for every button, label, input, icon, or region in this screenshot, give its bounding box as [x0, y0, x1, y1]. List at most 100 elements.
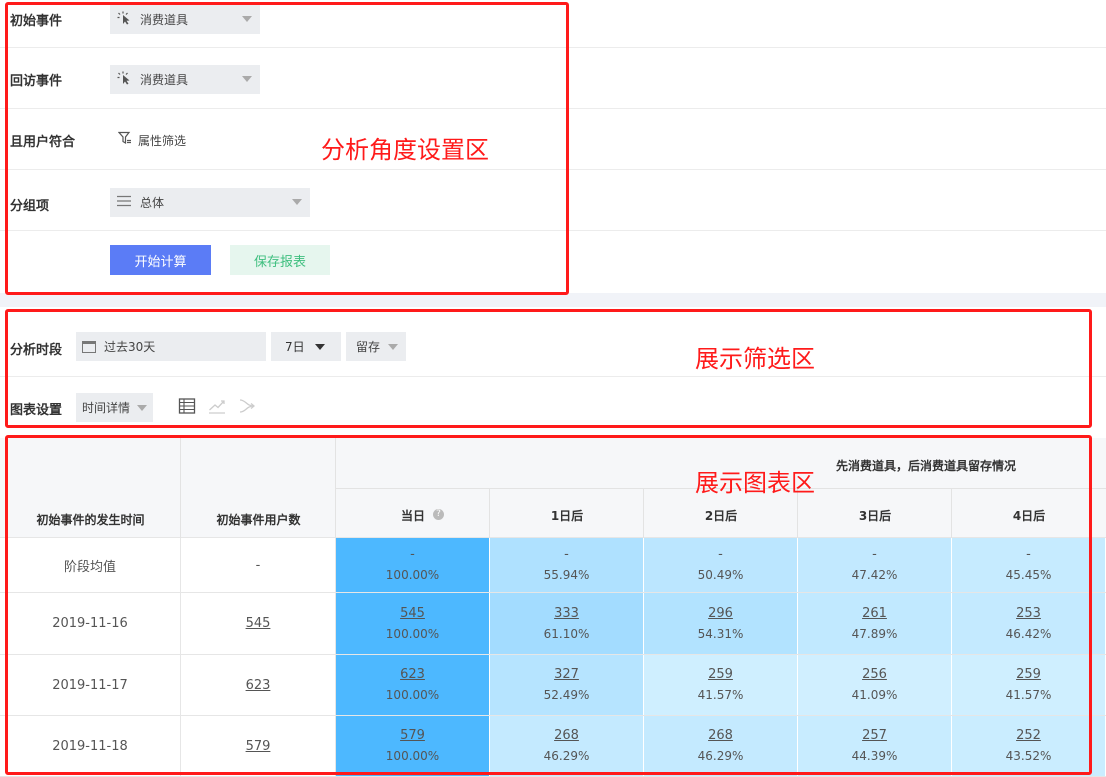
row-date: 2019-11-18 [52, 738, 128, 754]
retention-unit-select[interactable]: 7日 [271, 332, 341, 361]
row-date: 2019-11-16 [52, 616, 128, 631]
retention-cell: 327 52.49% [490, 655, 644, 715]
retention-count[interactable]: 545 [400, 604, 425, 624]
chevron-down-icon [242, 76, 252, 82]
start-calculation-button[interactable]: 开始计算 [110, 245, 211, 275]
retention-percent: 46.29% [543, 749, 590, 763]
retention-type-select[interactable]: 留存 [346, 332, 406, 361]
retention-type-value: 留存 [356, 340, 381, 354]
chevron-down-icon [315, 344, 325, 350]
return-event-select[interactable]: 消费道具 [110, 65, 260, 94]
config-zone-label: 分析角度设置区 [321, 136, 489, 164]
click-event-icon [116, 11, 132, 28]
retention-count[interactable]: 296 [708, 604, 733, 624]
retention-cell: 296 54.31% [644, 593, 798, 654]
retention-count[interactable]: 268 [708, 726, 733, 746]
retention-cell: - 55.94% [490, 538, 644, 592]
header-divider [643, 488, 644, 538]
retention-unit-value: 7日 [285, 340, 305, 354]
retention-percent: 41.09% [851, 688, 898, 702]
retention-cell: 261 47.89% [798, 593, 952, 654]
table-row: 2019-11-18 579 579 100.00% 268 46.29% 268 46.29… [0, 716, 1106, 777]
retention-count[interactable]: 257 [862, 726, 887, 746]
line-chart-icon[interactable] [208, 397, 226, 415]
section-divider [0, 293, 1106, 307]
retention-percent: 100.00% [385, 626, 440, 641]
column-header-day: 1日后 [550, 509, 584, 523]
retention-cell: 259 41.57% [952, 655, 1106, 715]
retention-group-title: 先消费道具，后消费道具留存情况 [836, 459, 1017, 473]
retention-percent: 47.42% [851, 568, 898, 582]
chart-mode-value: 时间详情 [82, 401, 131, 415]
group-by-select[interactable]: 总体 [110, 188, 310, 217]
retention-count: - [1026, 547, 1031, 562]
header-divider [489, 488, 490, 538]
filter-zone-label: 展示筛选区 [695, 345, 815, 373]
retention-count[interactable]: 623 [400, 665, 425, 685]
retention-cell: - 47.42% [798, 538, 952, 592]
row-date: 阶段均值 [63, 559, 116, 575]
retention-cell: 253 46.42% [952, 593, 1106, 654]
table-row: 2019-11-17 623 623 100.00% 327 52.49% 259 41.57… [0, 655, 1106, 716]
chevron-down-icon [137, 405, 147, 411]
retention-count[interactable]: 327 [554, 665, 579, 685]
retention-cell: 545 100.00% [336, 593, 490, 654]
table-view-icon[interactable] [178, 397, 196, 415]
row-users-count[interactable]: 623 [246, 678, 271, 693]
retention-cell: - 45.45% [952, 538, 1106, 592]
retention-count: - [718, 547, 723, 562]
retention-count[interactable]: 333 [554, 604, 579, 624]
flow-chart-icon[interactable] [238, 397, 256, 415]
save-report-button[interactable]: 保存报表 [230, 245, 330, 275]
initial-event-select[interactable]: 消费道具 [110, 5, 260, 34]
retention-cell: 623 100.00% [336, 655, 490, 715]
retention-cell: 333 61.10% [490, 593, 644, 654]
retention-count: - [872, 547, 877, 562]
retention-count[interactable]: 252 [1016, 726, 1041, 746]
config-actions-row: 开始计算 保存报表 [0, 231, 1106, 293]
row-users-count[interactable]: 579 [246, 739, 271, 754]
retention-count[interactable]: 259 [1016, 665, 1041, 685]
row-users-cell: - [181, 538, 336, 592]
retention-percent: 50.49% [697, 568, 744, 582]
retention-count[interactable]: 256 [862, 665, 887, 685]
row-users-count[interactable]: 545 [246, 616, 271, 631]
retention-percent: 45.45% [1005, 568, 1052, 582]
group-by-value: 总体 [140, 196, 165, 210]
retention-count[interactable]: 253 [1016, 604, 1041, 624]
retention-percent: 61.10% [543, 626, 590, 641]
attribute-filter-link[interactable]: 属性筛选 [117, 131, 187, 149]
retention-percent: 41.57% [697, 688, 744, 702]
retention-count[interactable]: 259 [708, 665, 733, 685]
filter-icon [117, 131, 132, 149]
chart-mode-select[interactable]: 时间详情 [76, 393, 153, 422]
chart-settings-row: 图表设置 时间详情 [0, 377, 1106, 429]
retention-percent: 44.39% [851, 749, 898, 763]
help-icon[interactable]: ? [433, 509, 444, 520]
retention-cell: 252 43.52% [952, 716, 1106, 776]
return-event-label: 回访事件 [10, 74, 63, 89]
list-icon [116, 195, 132, 210]
attribute-filter-text: 属性筛选 [138, 133, 187, 148]
retention-table: 先消费道具，后消费道具留存情况 初始事件的发生时间 初始事件用户数 当日? 1日后… [0, 438, 1106, 777]
analysis-config-panel: 初始事件 消费道具 回访事件 消费道具 且用户符合 属性筛选 分组项 总体 开始… [0, 0, 1106, 293]
row-users-count: - [255, 557, 261, 573]
retention-cell: 579 100.00% [336, 716, 490, 776]
retention-percent: 100.00% [385, 749, 440, 763]
row-users-cell: 623 [181, 655, 336, 715]
date-range-picker[interactable]: 过去30天 [76, 332, 266, 361]
group-by-label: 分组项 [10, 199, 50, 214]
chevron-down-icon [242, 16, 252, 22]
retention-percent: 46.29% [697, 749, 744, 763]
column-header-day: 当日 [400, 509, 425, 523]
retention-count[interactable]: 579 [400, 726, 425, 746]
retention-count[interactable]: 268 [554, 726, 579, 746]
initial-event-label: 初始事件 [10, 14, 63, 29]
column-header-day: 4日后 [1012, 509, 1046, 523]
user-filter-label: 且用户符合 [10, 135, 76, 150]
column-header-users: 初始事件用户数 [216, 513, 301, 527]
column-header-date: 初始事件的发生时间 [36, 513, 145, 527]
retention-count[interactable]: 261 [862, 604, 887, 624]
retention-percent: 54.31% [697, 626, 744, 641]
row-date-cell: 2019-11-17 [0, 655, 181, 715]
